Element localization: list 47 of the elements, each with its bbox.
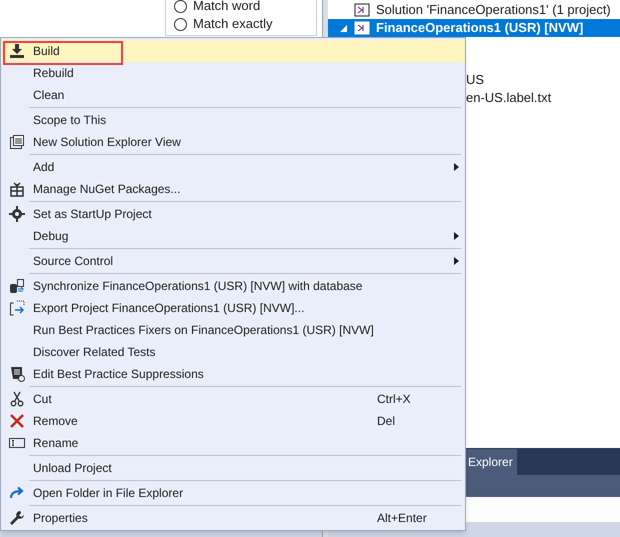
menu-item[interactable]: Scope to This [1,109,465,131]
shortcut-text: Alt+Enter [377,510,428,527]
menu-item[interactable]: Run Best Practices Fixers on FinanceOperations1 (USR) [NVW] [1,319,465,341]
radio-option[interactable]: Match exactly [174,15,316,33]
menu-item[interactable]: Remove Del [1,410,465,432]
window-list-icon [9,134,25,150]
menu-item[interactable]: Debug [1,225,465,247]
menu-item[interactable]: Export Project FinanceOperations1 (USR) [NVW]... [1,297,465,319]
shortcut-text: Ctrl+X [377,391,412,408]
explorer-tab[interactable]: Explorer [464,448,517,474]
scissors-icon [9,391,25,407]
export-icon [9,300,25,316]
menu-item[interactable]: Set as StartUp Project [1,203,465,225]
scroll-icon [9,366,25,382]
menu-item[interactable]: Open Folder in File Explorer [1,482,465,504]
menu-item[interactable]: Build [1,40,465,62]
menu-item[interactable]: Source Control [1,250,465,272]
project-icon [354,21,370,35]
menu-item[interactable]: Add [1,156,465,178]
menu-item[interactable]: New Solution Explorer View [1,131,465,153]
menu-item[interactable]: Cut Ctrl+X [1,388,465,410]
solution-icon [354,3,370,17]
submenu-arrow-icon [454,163,458,171]
wrench-icon [9,510,25,526]
package-icon [9,181,25,197]
menu-item[interactable]: Properties Alt+Enter [1,507,465,529]
submenu-arrow-icon [454,232,458,240]
rename-field-icon [9,435,25,451]
menu-item[interactable]: Unload Project [1,457,465,479]
build-icon [9,43,25,59]
menu-item[interactable]: Manage NuGet Packages... [1,178,465,200]
radio-option[interactable]: Match word [174,0,316,15]
tree-item[interactable]: FinanceOperations1 (USR) [NVW] [328,19,620,37]
close-icon [9,413,25,429]
menu-item[interactable]: Discover Related Tests [1,341,465,363]
menu-item[interactable]: Synchronize FinanceOperations1 (USR) [NVW] with database [1,275,465,297]
shortcut-text: Del [377,413,396,430]
database-sync-icon [9,278,25,294]
submenu-arrow-icon [454,257,458,265]
menu-item[interactable]: Edit Best Practice Suppressions [1,363,465,385]
menu-item[interactable]: Rename [1,432,465,454]
menu-item[interactable]: Rebuild [1,62,465,84]
menu-item[interactable]: Clean [1,84,465,106]
redo-arrow-icon [9,485,25,501]
expand-triangle-icon[interactable] [340,24,347,32]
tree-item[interactable]: Solution 'FinanceOperations1' (1 project) [328,1,620,19]
settings-icon [9,206,25,222]
